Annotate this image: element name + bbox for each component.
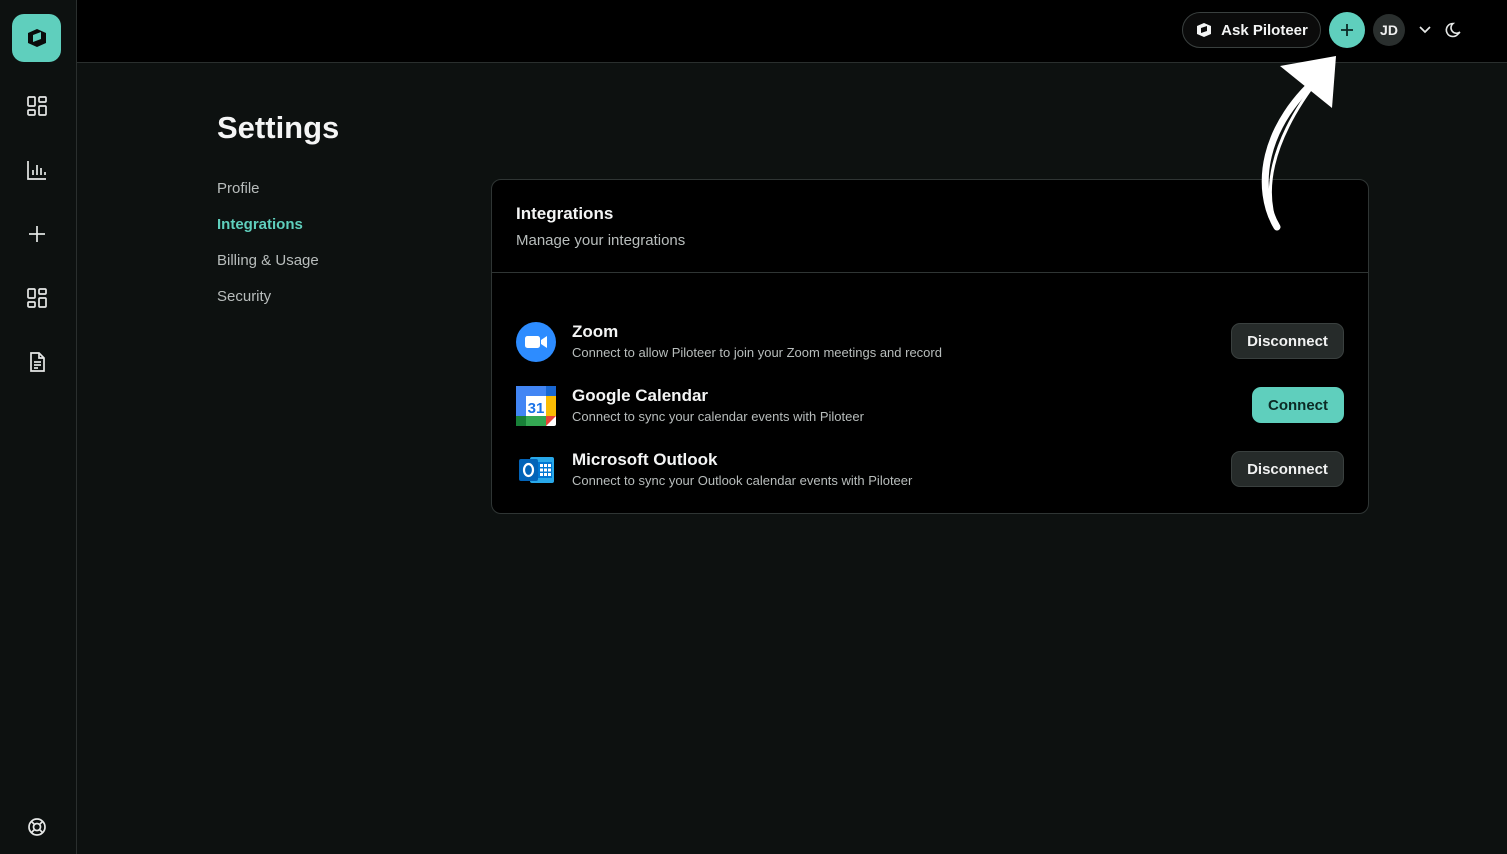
help-icon[interactable] xyxy=(22,812,52,842)
google-calendar-connect-button[interactable]: Connect xyxy=(1252,387,1344,423)
zoom-disconnect-button[interactable]: Disconnect xyxy=(1231,323,1344,359)
integration-name: Google Calendar xyxy=(572,386,709,405)
app-logo[interactable] xyxy=(12,14,61,62)
integration-description: Connect to sync your calendar events wit… xyxy=(572,409,864,424)
sidebar xyxy=(0,0,77,854)
integration-name: Zoom xyxy=(572,322,619,341)
chevron-down-icon[interactable] xyxy=(1416,21,1434,39)
avatar[interactable]: JD xyxy=(1373,14,1405,46)
settings-nav-security[interactable]: Security xyxy=(217,288,271,305)
add-icon[interactable] xyxy=(22,219,52,249)
zoom-icon xyxy=(516,322,556,362)
google-calendar-icon: 31 xyxy=(516,386,556,426)
integration-description: Connect to sync your Outlook calendar ev… xyxy=(572,473,913,488)
page-title: Settings xyxy=(217,110,340,145)
list-item: Zoom Connect to allow Piloteer to join y… xyxy=(516,320,1344,364)
list-item: Microsoft Outlook Connect to sync your O… xyxy=(516,448,1344,492)
integration-name: Microsoft Outlook xyxy=(572,450,718,469)
document-icon[interactable] xyxy=(22,347,52,377)
outlook-disconnect-button[interactable]: Disconnect xyxy=(1231,451,1344,487)
ask-piloteer-button[interactable]: Ask Piloteer xyxy=(1182,12,1321,48)
calendar-day: 31 xyxy=(528,400,545,417)
card-title: Integrations xyxy=(516,204,614,223)
apps-icon[interactable] xyxy=(22,283,52,313)
settings-nav-profile[interactable]: Profile xyxy=(217,180,260,197)
moon-icon[interactable] xyxy=(1444,20,1464,40)
integration-description: Connect to allow Piloteer to join your Z… xyxy=(572,345,942,360)
dashboard-icon[interactable] xyxy=(22,91,52,121)
plus-icon xyxy=(1341,24,1353,36)
card-subtitle: Manage your integrations xyxy=(516,232,686,249)
list-item: 31 Google Calendar Connect to sync your … xyxy=(516,384,1344,428)
cube-icon xyxy=(1197,23,1212,37)
create-button[interactable] xyxy=(1329,12,1365,48)
integrations-card: Integrations Manage your integrations Zo… xyxy=(491,179,1369,514)
settings-nav-billing[interactable]: Billing & Usage xyxy=(217,252,319,269)
cube-logo-icon xyxy=(27,29,46,47)
ask-piloteer-label: Ask Piloteer xyxy=(1221,21,1308,39)
settings-nav-integrations[interactable]: Integrations xyxy=(217,216,303,233)
outlook-icon xyxy=(519,457,554,483)
analytics-icon[interactable] xyxy=(22,155,52,185)
annotation-arrow-icon xyxy=(1261,56,1336,231)
card-header: Integrations Manage your integrations xyxy=(492,180,1368,273)
